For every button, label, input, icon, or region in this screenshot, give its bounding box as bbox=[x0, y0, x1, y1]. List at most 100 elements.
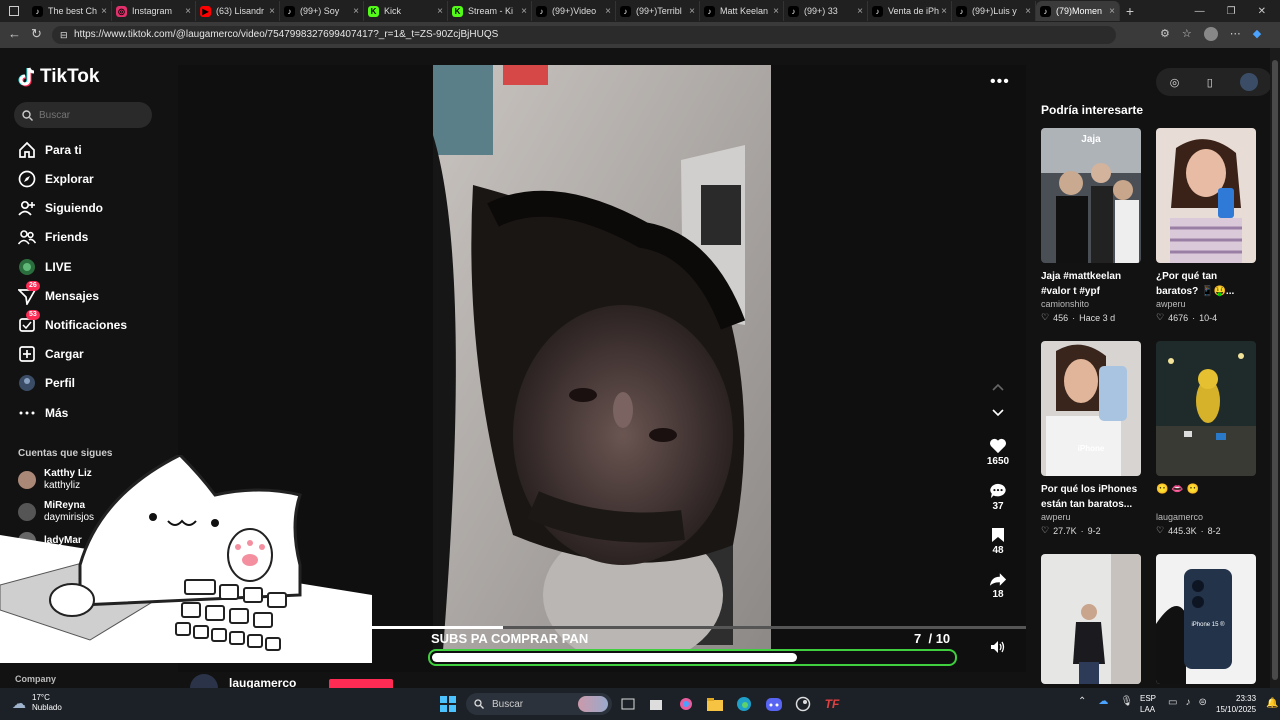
author-name[interactable]: laugamerco bbox=[229, 676, 296, 688]
nav-item-cargar[interactable]: Cargar bbox=[18, 343, 84, 365]
taskbar-search[interactable]: Buscar bbox=[466, 693, 612, 715]
card-author[interactable]: awperu bbox=[1041, 512, 1141, 522]
copilot-app-icon[interactable] bbox=[676, 694, 696, 714]
volume-button[interactable] bbox=[990, 640, 1006, 659]
close-tab-icon[interactable]: × bbox=[605, 6, 611, 17]
volume-icon[interactable]: ♪ bbox=[1185, 697, 1190, 708]
tab-actions-icon[interactable] bbox=[0, 1, 28, 21]
store-icon[interactable] bbox=[646, 694, 666, 714]
close-tab-icon[interactable]: × bbox=[101, 6, 107, 17]
site-info-icon[interactable]: ⊟ bbox=[60, 26, 68, 44]
tf-app-icon[interactable]: TF bbox=[822, 694, 842, 714]
suggested-video-card[interactable] bbox=[1041, 554, 1141, 684]
author-avatar[interactable] bbox=[190, 674, 218, 688]
save-button[interactable]: 48 bbox=[976, 527, 1020, 556]
minimize-icon[interactable]: — bbox=[1195, 6, 1205, 17]
microphone-icon[interactable]: 🎙 bbox=[1120, 696, 1133, 707]
video-seek-bar[interactable] bbox=[372, 626, 1026, 629]
more-options-icon[interactable]: ••• bbox=[990, 73, 1010, 91]
file-explorer-icon[interactable] bbox=[705, 694, 725, 714]
clock[interactable]: 23:33 15/10/2025 bbox=[1216, 693, 1256, 715]
nav-item-siguiendo[interactable]: Siguiendo bbox=[18, 197, 103, 219]
close-tab-icon[interactable]: × bbox=[521, 6, 527, 17]
nav-item-notificaciones[interactable]: 53 Notificaciones bbox=[18, 310, 127, 336]
close-tab-icon[interactable]: × bbox=[1025, 6, 1031, 17]
browser-tab[interactable]: ▶ (63) Lisandr × bbox=[196, 1, 280, 21]
nav-item-m-s[interactable]: Más bbox=[18, 402, 68, 424]
like-button[interactable]: 1650 bbox=[976, 438, 1020, 467]
task-view-icon[interactable] bbox=[618, 694, 638, 714]
close-tab-icon[interactable]: × bbox=[1109, 6, 1115, 17]
close-tab-icon[interactable]: × bbox=[773, 6, 779, 17]
browser-tab[interactable]: ♪ Matt Keelan × bbox=[700, 1, 784, 21]
card-author[interactable]: camionshito bbox=[1041, 299, 1141, 309]
suggested-video-card[interactable]: 😶 👄 😶 laugamerco ♡ 445.3K · 8-2 bbox=[1156, 341, 1256, 536]
menu-icon[interactable]: ⋯ bbox=[1230, 27, 1241, 41]
browser-tab[interactable]: ♪ The best Ch × bbox=[28, 1, 112, 21]
new-tab-button[interactable]: + bbox=[1120, 3, 1140, 19]
network-icon[interactable]: ▭ bbox=[1168, 697, 1177, 708]
discord-icon[interactable] bbox=[764, 694, 784, 714]
close-tab-icon[interactable]: × bbox=[689, 6, 695, 17]
browser-tab[interactable]: ♪ (79)Momen × bbox=[1036, 1, 1120, 21]
browser-tab[interactable]: ♪ (99+)Terribl × bbox=[616, 1, 700, 21]
edge-browser-icon[interactable] bbox=[734, 694, 754, 714]
copilot-icon[interactable]: ◆ bbox=[1253, 27, 1261, 41]
extensions-icon[interactable]: ⚙ bbox=[1160, 27, 1170, 41]
comment-button[interactable]: 37 bbox=[976, 483, 1020, 512]
previous-video-button[interactable] bbox=[976, 383, 1020, 393]
steam-icon[interactable] bbox=[793, 694, 813, 714]
browser-tab[interactable]: ♪ (99+)Video × bbox=[532, 1, 616, 21]
profile-avatar-icon[interactable] bbox=[1203, 27, 1218, 41]
suggested-video-card[interactable]: iPhone 15 ® bbox=[1156, 554, 1256, 684]
browser-tab[interactable]: ♪ Venta de iPh × bbox=[868, 1, 952, 21]
browser-tab[interactable]: K Stream - Ki × bbox=[448, 1, 532, 21]
scrollbar-thumb[interactable] bbox=[1272, 60, 1278, 680]
close-tab-icon[interactable]: × bbox=[941, 6, 947, 17]
browser-tab[interactable]: K Kick × bbox=[364, 1, 448, 21]
search-box[interactable] bbox=[14, 102, 152, 128]
browser-tab[interactable]: ◎ Instagram × bbox=[112, 1, 196, 21]
close-window-icon[interactable]: ✕ bbox=[1258, 6, 1266, 17]
suggested-video-card[interactable]: iPhone Por qué los iPhones están tan bar… bbox=[1041, 341, 1141, 536]
user-avatar-icon[interactable] bbox=[1240, 73, 1259, 91]
card-author[interactable]: awperu bbox=[1156, 299, 1256, 309]
chevron-up-icon[interactable]: ⌃ bbox=[1078, 696, 1086, 707]
close-tab-icon[interactable]: × bbox=[353, 6, 359, 17]
back-icon[interactable]: ← bbox=[8, 26, 21, 41]
next-video-button[interactable] bbox=[976, 409, 1020, 419]
nav-item-friends[interactable]: Friends bbox=[18, 226, 88, 248]
browser-tab[interactable]: ♪ (99+)Luis y × bbox=[952, 1, 1036, 21]
nav-item-perfil[interactable]: Perfil bbox=[18, 372, 75, 394]
card-author[interactable]: laugamerco bbox=[1156, 512, 1256, 522]
suggested-video-card[interactable]: ¿Por qué tan baratos? 📱🤑... awperu ♡ 4676… bbox=[1156, 128, 1256, 323]
browser-tab[interactable]: ♪ (99+) Soy × bbox=[280, 1, 364, 21]
nav-item-live[interactable]: LIVE bbox=[18, 256, 72, 278]
battery-icon[interactable]: ⊜ bbox=[1198, 697, 1206, 708]
tiktok-logo[interactable]: TikTok bbox=[18, 66, 99, 88]
close-tab-icon[interactable]: × bbox=[437, 6, 443, 17]
notification-bell-icon[interactable]: 🔔 bbox=[1266, 698, 1278, 709]
nav-item-explorar[interactable]: Explorar bbox=[18, 168, 94, 190]
language-indicator[interactable]: ESP LAA bbox=[1140, 693, 1156, 715]
favorites-icon[interactable]: ☆ bbox=[1182, 27, 1192, 41]
reload-icon[interactable]: ↻ bbox=[31, 26, 42, 42]
url-field[interactable]: ⊟ https://www.tiktok.com/@laugamerco/vid… bbox=[52, 26, 1116, 44]
company-link[interactable]: Company bbox=[15, 674, 56, 684]
share-button[interactable]: 18 bbox=[976, 572, 1020, 600]
weather-widget[interactable]: ☁ 17°C Nublado bbox=[12, 693, 62, 713]
close-tab-icon[interactable]: × bbox=[857, 6, 863, 17]
suggested-video-card[interactable]: Jaja Jaja #mattkeelan #valor t #ypf cami… bbox=[1041, 128, 1141, 323]
maximize-icon[interactable]: ❐ bbox=[1227, 6, 1236, 17]
nav-item-mensajes[interactable]: 26 Mensajes bbox=[18, 281, 99, 307]
start-button[interactable] bbox=[438, 694, 458, 714]
device-icon[interactable]: ▯ bbox=[1207, 76, 1213, 89]
nav-item-para-ti[interactable]: Para ti bbox=[18, 139, 82, 161]
search-input[interactable] bbox=[39, 109, 139, 121]
coin-icon[interactable]: ◎ bbox=[1170, 76, 1180, 89]
video-player[interactable] bbox=[433, 65, 771, 650]
close-tab-icon[interactable]: × bbox=[185, 6, 191, 17]
close-tab-icon[interactable]: × bbox=[269, 6, 275, 17]
browser-tab[interactable]: ♪ (99+) 33 × bbox=[784, 1, 868, 21]
onedrive-icon[interactable]: ☁ bbox=[1098, 696, 1108, 707]
